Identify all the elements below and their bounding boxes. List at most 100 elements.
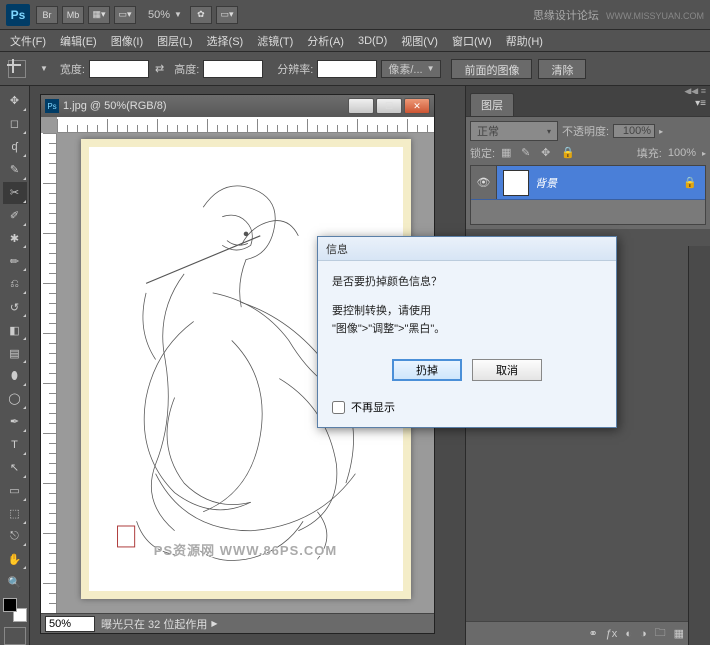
dialog-buttons: 扔掉 取消 [318, 351, 616, 393]
zoom-selector[interactable]: 50% ▼ [148, 9, 182, 21]
width-input[interactable] [89, 60, 149, 78]
opacity-input[interactable]: 100% [613, 124, 655, 138]
3d-camera-tool[interactable]: ⎋ [3, 526, 27, 548]
shape-tool[interactable]: ▭ [3, 480, 27, 502]
screen-mode-button[interactable]: ▭▾ [114, 6, 136, 24]
layer-thumbnail[interactable] [503, 170, 529, 196]
minimize-button[interactable]: — [348, 98, 374, 114]
crop-tool-icon[interactable] [8, 60, 26, 78]
opacity-label: 不透明度: [562, 123, 609, 139]
layer-row-background[interactable]: 👁 背景 🔒 [471, 166, 705, 200]
collapsed-dock[interactable] [688, 246, 710, 645]
menu-edit[interactable]: 编辑(E) [60, 33, 97, 49]
ruler-horizontal[interactable] [57, 117, 434, 133]
resolution-input[interactable] [317, 60, 377, 78]
ruler-vertical[interactable] [41, 133, 57, 613]
dialog-message-2: 要控制转换，请使用 [332, 302, 602, 321]
fill-input[interactable]: 100% [668, 147, 696, 159]
brand-area: 思缘设计论坛 WWW.MISSYUAN.COM [533, 7, 704, 23]
layer-style-icon[interactable]: ƒx [606, 628, 618, 640]
clear-button[interactable]: 清除 [538, 59, 586, 79]
discard-button[interactable]: 扔掉 [392, 359, 462, 381]
healing-tool[interactable]: ✱ [3, 228, 27, 250]
lock-transparency-icon[interactable]: ▦ [501, 146, 515, 160]
eyedropper-tool[interactable]: ✐ [3, 205, 27, 227]
marquee-tool[interactable]: ◻ [3, 113, 27, 135]
color-swatch[interactable] [3, 598, 27, 622]
move-tool[interactable]: ✥ [3, 90, 27, 112]
brush-tool[interactable]: ✏ [3, 250, 27, 272]
3d-tool[interactable]: ⬚ [3, 503, 27, 525]
info-dialog: 信息 是否要扔掉颜色信息？ 要控制转换，请使用 "图像">"调整">"黑白"。 … [317, 236, 617, 428]
resolution-unit-select[interactable]: 像素/... ▼ [381, 60, 441, 78]
dialog-titlebar[interactable]: 信息 [318, 237, 616, 261]
arrange-docs-button[interactable]: ▦▾ [88, 6, 110, 24]
quick-mask-toggle[interactable] [4, 627, 26, 645]
menu-window[interactable]: 窗口(W) [452, 33, 492, 49]
dodge-tool[interactable]: ◯ [3, 388, 27, 410]
tool-palette: ✥ ◻ ʠ ✎ ✂ ✐ ✱ ✏ ⎌ ↺ ◧ ▤ ⬮ ◯ ✒ T ↖ ▭ ⬚ ⎋ … [0, 86, 30, 645]
layers-tab[interactable]: 图层 [470, 93, 514, 116]
menu-3d[interactable]: 3D(D) [358, 35, 387, 47]
menu-file[interactable]: 文件(F) [10, 33, 46, 49]
status-menu-arrow[interactable]: ▶ [211, 619, 217, 628]
type-tool[interactable]: T [3, 434, 27, 456]
crop-tool[interactable]: ✂ [3, 182, 27, 204]
eraser-tool[interactable]: ◧ [3, 319, 27, 341]
menu-view[interactable]: 视图(V) [401, 33, 438, 49]
quick-select-tool[interactable]: ✎ [3, 159, 27, 181]
menu-select[interactable]: 选择(S) [207, 33, 244, 49]
menu-analysis[interactable]: 分析(A) [307, 33, 344, 49]
path-select-tool[interactable]: ↖ [3, 457, 27, 479]
layer-list: 👁 背景 🔒 [470, 165, 706, 225]
height-input[interactable] [203, 60, 263, 78]
status-zoom-input[interactable]: 50% [45, 616, 95, 632]
stamp-tool[interactable]: ⎌ [3, 273, 27, 295]
dont-show-checkbox[interactable] [332, 401, 345, 414]
status-text: 曝光只在 32 位起作用 [101, 616, 207, 632]
blend-mode-select[interactable]: 正常▾ [470, 121, 558, 141]
front-image-button[interactable]: 前面的图像 [451, 59, 532, 79]
lock-position-icon[interactable]: ✥ [541, 146, 555, 160]
chevron-down-icon: ▼ [174, 10, 182, 19]
lasso-tool[interactable]: ʠ [3, 136, 27, 158]
document-titlebar[interactable]: Ps 1.jpg @ 50%(RGB/8) — ☐ ✕ [41, 95, 434, 117]
hand-tool[interactable]: ✋ [3, 548, 27, 570]
extras-button[interactable]: ▭▾ [216, 6, 238, 24]
link-layers-icon[interactable]: ⚭ [588, 627, 597, 640]
cancel-button[interactable]: 取消 [472, 359, 542, 381]
layer-mask-icon[interactable]: ◐ [625, 628, 632, 640]
blend-mode-value: 正常 [477, 123, 499, 139]
app-topbar: Ps Br Mb ▦▾ ▭▾ 50% ▼ ✿ ▭▾ 思缘设计论坛 WWW.MIS… [0, 0, 710, 30]
ps-logo: Ps [6, 4, 30, 26]
history-brush-tool[interactable]: ↺ [3, 296, 27, 318]
dialog-body: 是否要扔掉颜色信息？ 要控制转换，请使用 "图像">"调整">"黑白"。 [318, 261, 616, 351]
zoom-tool[interactable]: 🔍 [3, 571, 27, 593]
close-button[interactable]: ✕ [404, 98, 430, 114]
menu-image[interactable]: 图像(I) [111, 33, 143, 49]
gradient-tool[interactable]: ▤ [3, 342, 27, 364]
layer-group-icon[interactable]: 🗀 [655, 624, 666, 643]
layer-name[interactable]: 背景 [535, 175, 683, 191]
layers-footer: ⚭ ƒx ◐ ◑ 🗀 ▦ 🗑 [466, 621, 710, 645]
maximize-button[interactable]: ☐ [376, 98, 402, 114]
lock-pixels-icon[interactable]: ✎ [521, 146, 535, 160]
menu-help[interactable]: 帮助(H) [506, 33, 543, 49]
blur-tool[interactable]: ⬮ [3, 365, 27, 387]
dont-show-row: 不再显示 [318, 393, 616, 427]
pen-tool[interactable]: ✒ [3, 411, 27, 433]
layers-panel: 正常▾ 不透明度: 100%▸ 锁定: ▦ ✎ ✥ 🔒 填充: 100%▸ 👁 … [466, 116, 710, 229]
tool-preset-arrow[interactable]: ▼ [40, 64, 48, 73]
menu-layer[interactable]: 图层(L) [157, 33, 192, 49]
new-layer-icon[interactable]: ▦ [674, 627, 684, 640]
menu-filter[interactable]: 滤镜(T) [257, 33, 293, 49]
adjustment-layer-icon[interactable]: ◑ [640, 628, 647, 640]
bridge-button[interactable]: Br [36, 6, 58, 24]
hand-tool-button[interactable]: ✿ [190, 6, 212, 24]
lock-all-icon[interactable]: 🔒 [561, 146, 575, 160]
swap-icon[interactable]: ⇄ [155, 62, 164, 75]
panel-menu-icon[interactable]: ▾≡ [695, 98, 706, 109]
minibridge-button[interactable]: Mb [62, 6, 84, 24]
watermark-text: PS资源网 WWW.86PS.COM [89, 540, 403, 559]
visibility-toggle[interactable]: 👁 [471, 166, 497, 199]
